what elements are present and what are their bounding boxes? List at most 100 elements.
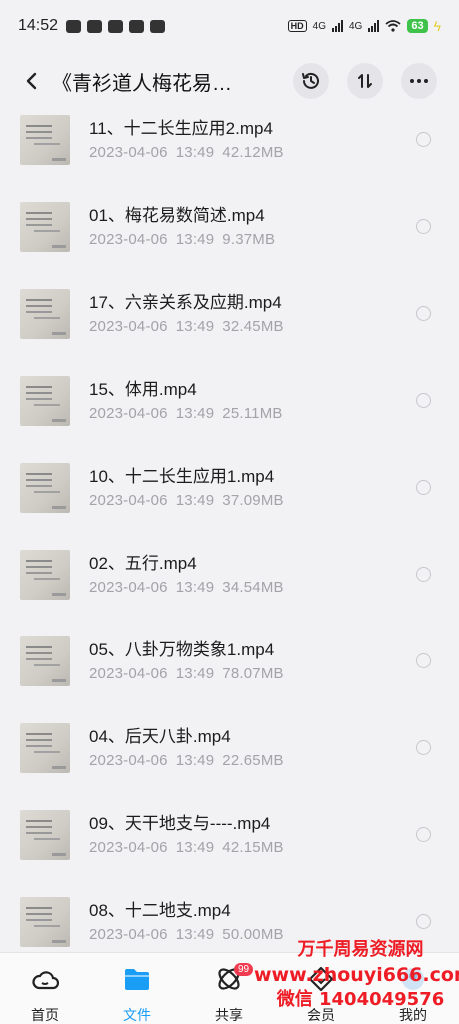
file-date: 2023-04-06 [89, 491, 168, 509]
file-time: 13:49 [175, 926, 215, 944]
file-size: 34.54MB [222, 578, 284, 596]
file-name: 09、天干地支与----.mp4 [89, 814, 271, 834]
file-row[interactable]: 11、十二长生应用2.mp4 2023-04-06 13:49 42.12MB [0, 108, 459, 172]
file-time: 13:49 [175, 404, 215, 422]
file-size: 78.07MB [222, 665, 284, 683]
file-row[interactable]: 05、八卦万物类象1.mp4 2023-04-06 13:49 78.07MB [0, 629, 459, 693]
nav-files[interactable]: 文件 [102, 953, 172, 1024]
file-row[interactable]: 10、十二长生应用1.mp4 2023-04-06 13:49 37.09MB [0, 456, 459, 520]
notification-icons [66, 19, 166, 33]
file-date: 2023-04-06 [89, 230, 168, 248]
select-radio[interactable] [416, 914, 431, 930]
file-meta: 2023-04-06 13:49 34.54MB [89, 579, 292, 596]
file-date: 2023-04-06 [89, 144, 168, 161]
select-radio[interactable] [416, 392, 431, 408]
file-size: 25.11MB [222, 404, 283, 422]
history-button[interactable] [293, 63, 329, 99]
video-thumbnail [20, 549, 70, 600]
file-time: 13:49 [175, 491, 215, 509]
file-name: 02、五行.mp4 [89, 553, 197, 573]
chevron-left-icon [26, 72, 37, 90]
file-row[interactable]: 17、六亲关系及应期.mp4 2023-04-06 13:49 32.45MB [0, 282, 459, 346]
file-name: 04、后天八卦.mp4 [89, 727, 231, 747]
file-name: 15、体用.mp4 [89, 379, 197, 399]
file-date: 2023-04-06 [89, 317, 168, 335]
select-radio[interactable] [416, 479, 431, 495]
app-icon [108, 19, 124, 33]
file-meta: 2023-04-06 13:49 42.15MB [89, 839, 292, 856]
video-thumbnail [20, 288, 70, 339]
file-size: 37.09MB [222, 491, 284, 509]
file-date: 2023-04-06 [89, 752, 168, 770]
video-thumbnail [20, 201, 70, 252]
message-icon [150, 19, 166, 33]
file-meta: 2023-04-06 13:49 32.45MB [89, 318, 292, 335]
video-thumbnail [20, 462, 70, 513]
battery-icon: 63 [407, 19, 428, 33]
file-size: 32.45MB [222, 317, 284, 335]
file-date: 2023-04-06 [89, 665, 168, 683]
watermark-line: 万千周易资源网 [297, 939, 424, 960]
app-icon [87, 19, 103, 33]
video-thumbnail [20, 897, 70, 948]
select-radio[interactable] [416, 740, 431, 756]
watermark-line: 微信 1404049576 [276, 989, 445, 1010]
file-time: 13:49 [175, 317, 215, 335]
network-label: 4G [348, 20, 363, 32]
file-name: 01、梅花易数简述.mp4 [89, 205, 265, 225]
folder-icon [123, 965, 151, 993]
nav-home[interactable]: 首页 [10, 953, 80, 1024]
file-time: 13:49 [175, 144, 215, 161]
back-button[interactable] [12, 61, 52, 101]
status-time: 14:52 [18, 17, 59, 34]
file-time: 13:49 [175, 752, 215, 770]
file-meta: 2023-04-06 13:49 37.09MB [89, 492, 292, 509]
page-title: 《青衫道人梅花易… [52, 72, 232, 95]
file-name: 17、六亲关系及应期.mp4 [89, 292, 282, 312]
sort-button[interactable] [347, 63, 383, 99]
more-button[interactable] [401, 63, 437, 99]
video-thumbnail [20, 115, 70, 165]
select-radio[interactable] [416, 653, 431, 669]
nav-home-label: 首页 [31, 1007, 59, 1023]
select-radio[interactable] [416, 566, 431, 582]
sort-icon [358, 74, 372, 88]
select-radio[interactable] [416, 218, 431, 234]
nav-files-label: 文件 [123, 1007, 151, 1023]
network-label: 4G [312, 20, 326, 32]
file-date: 2023-04-06 [89, 926, 168, 944]
nav-share-label: 共享 [215, 1007, 243, 1023]
file-name: 10、十二长生应用1.mp4 [89, 466, 275, 486]
file-date: 2023-04-06 [89, 578, 168, 596]
file-size: 42.12MB [222, 144, 284, 161]
wifi-icon [385, 20, 401, 32]
select-radio[interactable] [416, 305, 431, 321]
file-row[interactable]: 02、五行.mp4 2023-04-06 13:49 34.54MB [0, 543, 459, 607]
signal-icon [368, 20, 380, 32]
file-size: 22.65MB [222, 752, 284, 770]
file-name: 08、十二地支.mp4 [89, 901, 231, 921]
file-meta: 2023-04-06 13:49 22.65MB [89, 752, 292, 769]
file-time: 13:49 [175, 230, 215, 248]
wechat-icon [66, 19, 82, 33]
link-icon [129, 19, 145, 33]
video-thumbnail [20, 636, 70, 687]
share-badge: 99 [234, 963, 254, 976]
file-meta: 2023-04-06 13:49 25.11MB [89, 405, 291, 422]
system-icons: HD 4G 4G 63 ϟ [287, 18, 441, 34]
watermark-line: www.zhouyi666.com [254, 964, 459, 986]
file-row[interactable]: 09、天干地支与----.mp4 2023-04-06 13:49 42.15MB [0, 803, 459, 867]
select-radio[interactable] [416, 132, 431, 147]
video-thumbnail [20, 375, 70, 426]
watermark: 万千周易资源网 www.zhouyi666.com 微信 1404049576 [254, 938, 459, 1012]
top-bar: 《青衫道人梅花易… [0, 56, 459, 106]
file-name: 11、十二长生应用2.mp4 [89, 119, 273, 138]
file-size: 42.15MB [222, 839, 284, 857]
file-row[interactable]: 15、体用.mp4 2023-04-06 13:49 25.11MB [0, 369, 459, 433]
file-meta: 2023-04-06 13:49 78.07MB [89, 665, 292, 682]
file-row[interactable]: 01、梅花易数简述.mp4 2023-04-06 13:49 9.37MB [0, 195, 459, 259]
file-row[interactable]: 04、后天八卦.mp4 2023-04-06 13:49 22.65MB [0, 716, 459, 780]
select-radio[interactable] [416, 827, 431, 843]
more-icon [410, 79, 428, 83]
file-date: 2023-04-06 [89, 404, 168, 422]
